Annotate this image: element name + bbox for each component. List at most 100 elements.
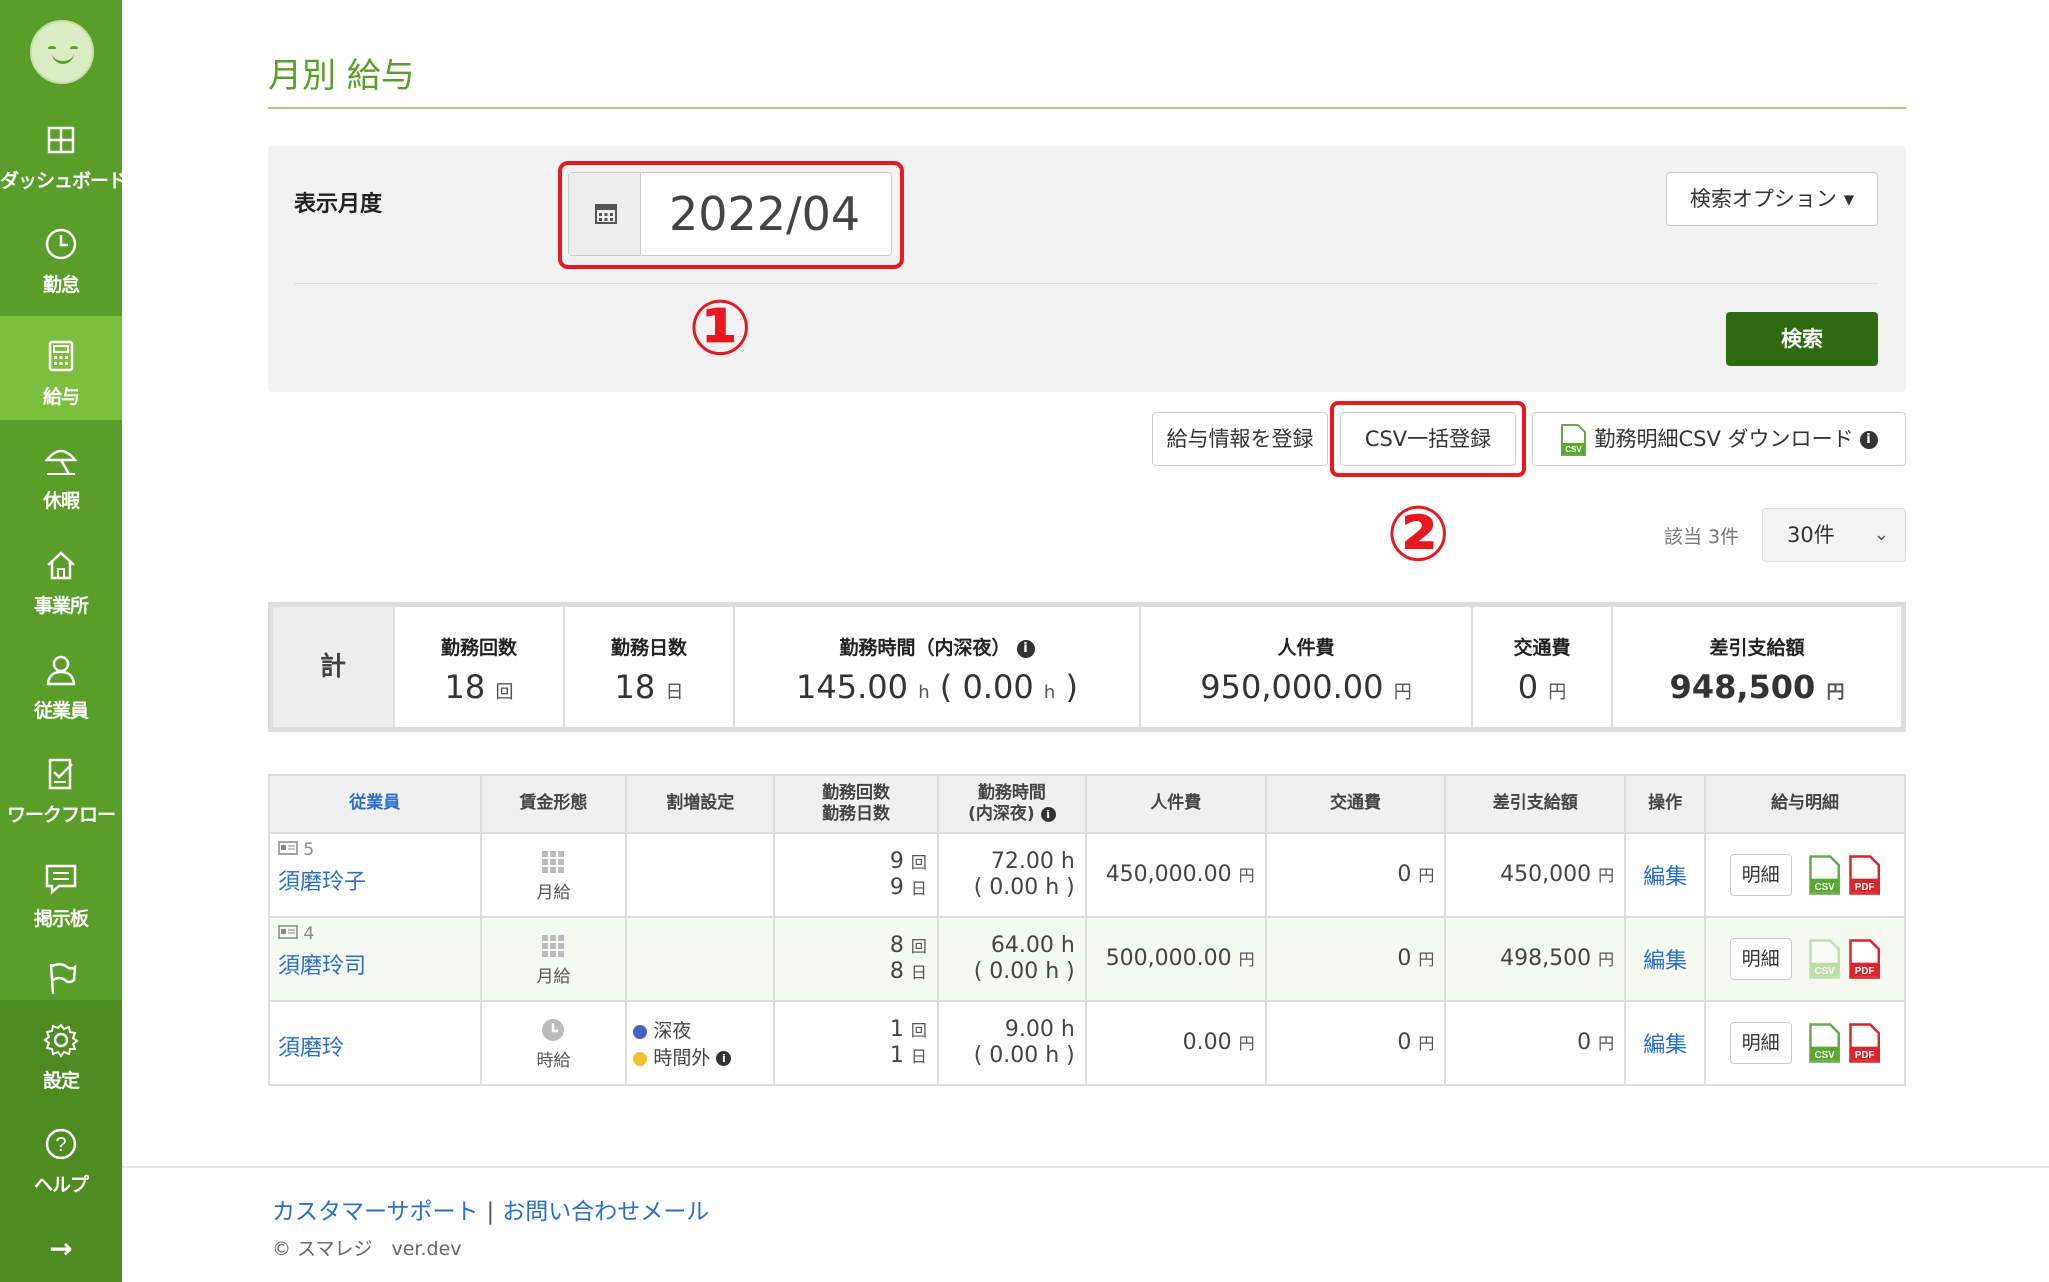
unit-label: 円	[1598, 865, 1615, 885]
column-header-work-hours-label: 勤務時間 (内深夜)	[968, 782, 1046, 824]
sidebar-item-workflow[interactable]: ワークフロー	[0, 754, 122, 858]
sidebar-item-payroll[interactable]: 給与	[0, 316, 122, 420]
detail-button[interactable]: 明細	[1729, 854, 1792, 896]
sidebar-item-settings[interactable]: 設定	[0, 1020, 122, 1124]
work-count: 9	[889, 848, 904, 874]
search-options-button[interactable]: 検索オプション ▾	[1666, 172, 1878, 226]
overtime-dot-icon	[633, 1051, 648, 1066]
unit-label: 円	[1418, 865, 1435, 885]
avatar-mouth	[52, 52, 74, 64]
svg-text:?: ?	[55, 1134, 66, 1156]
summary-night-value: 0.00	[962, 668, 1034, 706]
edit-link[interactable]: 編集	[1624, 916, 1707, 1002]
employee-name-link[interactable]: 須磨玲司	[278, 948, 366, 980]
sidebar-item-help[interactable]: ? ヘルプ	[0, 1124, 122, 1228]
summary-work-count: 勤務回数 18 回	[395, 607, 565, 727]
edit-link[interactable]: 編集	[1624, 1000, 1707, 1086]
summary-header: 勤務時間（内深夜）	[839, 637, 1011, 659]
info-icon[interactable]: i	[1859, 431, 1878, 449]
search-button[interactable]: 検索	[1726, 312, 1878, 366]
id-card-icon	[278, 841, 298, 855]
night-dot-icon	[633, 1024, 648, 1039]
sidebar-item-employees[interactable]: 従業員	[0, 650, 122, 754]
sidebar-item-flag[interactable]	[0, 958, 122, 998]
sidebar-item-label: ワークフロー	[6, 804, 116, 826]
employee-cell: 4 須磨玲司	[268, 916, 482, 1002]
column-header-transport: 交通費	[1264, 774, 1447, 834]
umbrella-icon	[44, 449, 78, 475]
work-days: 9	[889, 875, 904, 900]
sidebar-item-bulletin[interactable]: 掲示板	[0, 858, 122, 962]
sidebar-item-dashboard[interactable]: ダッシュボード	[0, 120, 127, 224]
employee-name-link[interactable]: 須磨玲子	[278, 864, 366, 896]
edit-link[interactable]: 編集	[1624, 832, 1707, 918]
footer-divider	[122, 1166, 2049, 1168]
wage-type-cell: 月給	[479, 916, 628, 1002]
sidebar-item-office[interactable]: 事業所	[0, 545, 122, 649]
sidebar-item-label: 設定	[42, 1070, 80, 1092]
summary-total-label: 計	[273, 607, 395, 727]
net-pay: 498,500	[1500, 945, 1592, 971]
work-hours-cell: 64.00 h( 0.00 h )	[936, 916, 1087, 1002]
net-pay-cell: 498,500 円	[1444, 916, 1627, 1002]
sidebar-item-label: 給与	[42, 386, 80, 408]
employee-id-value: 4	[303, 924, 315, 944]
pdf-file-icon[interactable]: PDF	[1848, 855, 1881, 895]
column-header-employee[interactable]: 従業員	[268, 774, 482, 834]
unit-label: 円	[1548, 682, 1567, 703]
summary-value: 18	[614, 668, 656, 706]
transport-cost: 0	[1397, 861, 1412, 887]
summary-value: 0	[1517, 668, 1539, 706]
detail-button[interactable]: 明細	[1729, 938, 1792, 980]
sidebar-item-attendance[interactable]: 勤怠	[0, 224, 122, 328]
unit-label: 円	[1598, 949, 1615, 969]
summary-work-days: 勤務日数 18 日	[565, 607, 735, 727]
annotation-highlight-box-1	[558, 161, 904, 269]
unit-label: 回	[910, 852, 927, 872]
sidebar-expand-arrow-icon[interactable]: →	[0, 1232, 122, 1265]
work-hours-cell: 72.00 h( 0.00 h )	[936, 832, 1087, 918]
summary-value: 145.00	[796, 668, 909, 706]
search-panel	[268, 146, 1906, 392]
contact-mail-link[interactable]: お問い合わせメール	[502, 1199, 709, 1225]
unit-label: 円	[1826, 682, 1845, 703]
sidebar-item-label: 勤怠	[42, 274, 80, 296]
labor-cost-cell: 0.00 円	[1084, 1000, 1267, 1086]
csv-download-label: 勤務明細CSV ダウンロード	[1594, 427, 1854, 451]
register-payroll-button[interactable]: 給与情報を登録	[1152, 412, 1328, 466]
user-avatar[interactable]	[30, 20, 94, 84]
info-icon[interactable]: i	[716, 1051, 732, 1066]
footer-separator: |	[486, 1199, 495, 1225]
avatar-eye	[48, 46, 56, 50]
pdf-file-icon[interactable]: PDF	[1848, 939, 1881, 979]
table-header-row: 従業員 賃金形態 割増設定 勤務回数 勤務日数 勤務時間 (内深夜) i 人件費 …	[268, 774, 1906, 834]
customer-support-link[interactable]: カスタマーサポート	[272, 1199, 479, 1225]
csv-file-icon[interactable]: CSV	[1808, 855, 1841, 895]
info-icon[interactable]: i	[1016, 639, 1035, 658]
pdf-file-icon[interactable]: PDF	[1848, 1023, 1881, 1063]
svg-text:PDF: PDF	[1855, 966, 1875, 977]
sidebar-item-leave[interactable]: 休暇	[0, 440, 122, 544]
work-hours: 9.00 h	[1004, 1016, 1075, 1042]
per-page-value: 30件	[1787, 523, 1835, 547]
unit-label: 円	[1393, 682, 1412, 703]
sidebar-item-label: ダッシュボード	[0, 170, 127, 192]
unit-label: 回	[910, 1020, 927, 1040]
per-page-select[interactable]: 30件 ⌄	[1762, 508, 1906, 562]
footer-links: カスタマーサポート | お問い合わせメール	[272, 1192, 709, 1226]
summary-value: 18	[444, 668, 486, 706]
csv-file-icon[interactable]: CSV	[1808, 1023, 1841, 1063]
summary-header: 交通費	[1513, 637, 1571, 659]
summary-labor-cost: 人件費 950,000.00 円	[1141, 607, 1473, 727]
work-detail-csv-download-button[interactable]: CSV 勤務明細CSV ダウンロード i	[1532, 412, 1906, 466]
monthly-grid-icon	[542, 934, 565, 957]
net-pay: 0	[1577, 1029, 1592, 1055]
wage-type-label: 時給	[536, 1050, 571, 1071]
employee-name-link[interactable]: 須磨玲	[278, 1030, 344, 1062]
unit-label: 日	[910, 963, 927, 982]
csv-file-icon-disabled: CSV	[1809, 939, 1841, 979]
transport-cell: 0 円	[1264, 832, 1447, 918]
info-icon[interactable]: i	[1040, 806, 1056, 822]
premium-tag-label: 時間外	[653, 1047, 711, 1069]
detail-button[interactable]: 明細	[1729, 1022, 1792, 1064]
